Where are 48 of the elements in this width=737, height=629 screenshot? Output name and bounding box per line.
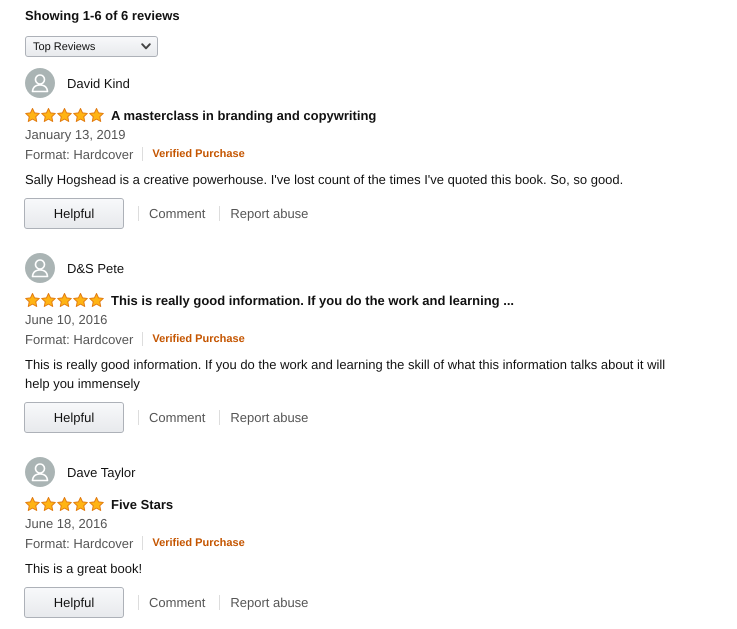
avatar-icon [25,68,55,98]
format-label: Format: Hardcover [25,146,134,164]
review-title[interactable]: This is really good information. If you do the work and learning ... [111,291,514,310]
star-icon [25,497,40,511]
verified-purchase-label: Verified Purchase [152,146,245,162]
star-icon [25,293,40,307]
review-text: This is a great book! [24,560,144,578]
star-icon [41,293,56,307]
review-date: June 10, 2016 [24,311,108,329]
comment-link[interactable]: Comment [149,408,206,427]
format-label: Format: Hardcover [25,330,134,348]
reviewer-name: Dave Taylor [67,464,136,482]
report-abuse-link[interactable]: Report abuse [230,593,308,612]
comment-link[interactable]: Comment [149,593,206,612]
star-icon [89,108,104,122]
star-icon [89,497,104,511]
format-label: Format: Hardcover [25,534,134,552]
star-icon [41,108,56,122]
review-date: January 13, 2019 [24,126,126,144]
helpful-button[interactable]: Helpful [24,198,124,229]
comment-link[interactable]: Comment [149,204,206,223]
report-abuse-link[interactable]: Report abuse [230,204,308,223]
avatar-icon [25,253,55,283]
star-icon [41,497,56,511]
review-date: June 18, 2016 [24,515,108,533]
star-icon [57,293,72,307]
helpful-button[interactable]: Helpful [24,402,124,433]
review-title[interactable]: Five Stars [111,495,174,514]
caret-icon [141,43,151,50]
helpful-button[interactable]: Helpful [24,587,124,618]
review-text: Sally Hogshead is a creative powerhouse. I've lost count of the times I've quoted this book. So, so good. [24,171,624,189]
star-icon [73,497,88,511]
star-icon [89,293,104,307]
star-icon [73,108,88,122]
star-icon [25,108,40,122]
report-abuse-link[interactable]: Report abuse [230,408,308,427]
sort-dropdown[interactable]: Top Reviews [25,36,158,57]
reviewer-name: David Kind [67,74,130,92]
verified-purchase-label: Verified Purchase [152,332,245,346]
verified-purchase-label: Verified Purchase [152,536,245,550]
reviewer-name: D&S Pete [67,260,124,278]
review-text: This is really good information. If you do the work and learning the skill of what this information talks about it will help you immensely [24,356,666,393]
star-icon [57,497,72,511]
reviews-count-heading: Showing 1-6 of 6 reviews [25,7,181,25]
star-icon [73,293,88,307]
star-icon [57,108,72,122]
avatar-icon [25,457,55,487]
review-title[interactable]: A masterclass in branding and copywriting [111,106,376,125]
